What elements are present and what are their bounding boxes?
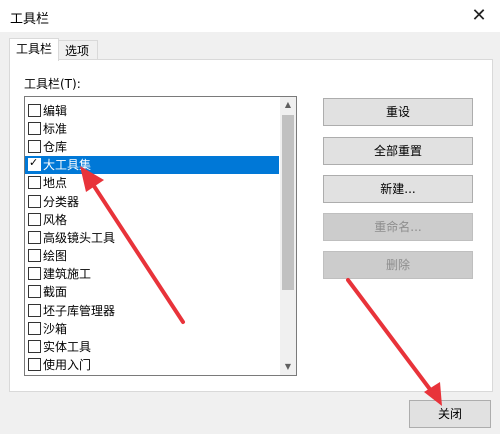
annotation-arrow-close [346,278,442,406]
annotation-arrow-list [80,166,185,324]
toolbar-dialog: 工具栏 ✕ 工具栏 选项 工具栏(T): 编辑 标准 仓库 ✓ 大工具集 地点 分类器 风格高… [0,0,500,434]
tab-toolbars[interactable]: 工具栏 [9,38,59,61]
annotation-arrows [80,166,442,406]
